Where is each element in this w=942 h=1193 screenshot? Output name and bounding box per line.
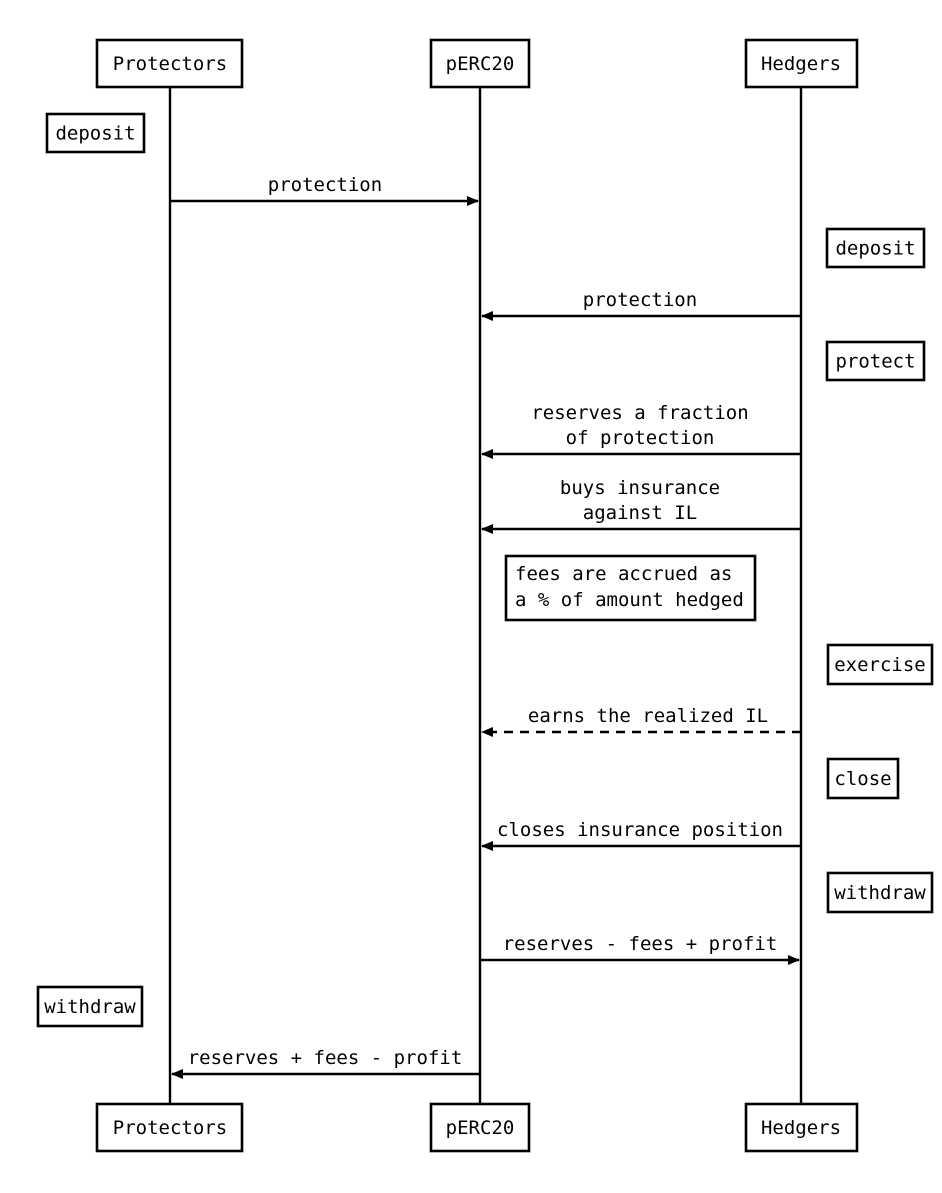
participant-label: Protectors xyxy=(113,1117,227,1139)
message-label: reserves - fees + profit xyxy=(503,933,778,955)
note-protectors-withdraw[interactable]: withdraw xyxy=(36,985,144,1028)
message-label: reserves + fees - profit xyxy=(188,1047,463,1069)
message-label: against IL xyxy=(583,502,697,524)
message-label: buys insurance xyxy=(560,477,720,499)
note-label: protect xyxy=(835,351,915,373)
note-label: exercise xyxy=(834,654,926,676)
participant-hedgers-bottom[interactable]: Hedgers xyxy=(744,1102,859,1153)
msg-reserves-plus-fees-minus-profit: reserves + fees - profit xyxy=(171,1047,480,1079)
participant-label: pERC20 xyxy=(446,1117,515,1139)
participant-label: Protectors xyxy=(113,53,227,75)
msg-protection-in: protection xyxy=(481,289,801,321)
message-label: earns the realized IL xyxy=(528,705,768,727)
participant-hedgers-top[interactable]: Hedgers xyxy=(744,38,859,89)
participant-perc20-top[interactable]: pERC20 xyxy=(429,38,531,89)
message-label: protection xyxy=(583,289,697,311)
message-label: of protection xyxy=(566,427,715,449)
messages-group: protection protection reserves a fraction o… xyxy=(170,174,801,1079)
note-boxes-group: deposit deposit protect exercise close withdr… xyxy=(36,112,934,1028)
note-label: deposit xyxy=(55,123,135,145)
message-label: protection xyxy=(268,174,382,196)
sequence-diagram-canvas: protection protection reserves a fraction o… xyxy=(0,0,942,1193)
note-hedgers-withdraw[interactable]: withdraw xyxy=(826,871,934,914)
participant-protectors-bottom[interactable]: Protectors xyxy=(95,1102,244,1153)
note-label: withdraw xyxy=(44,996,136,1018)
participant-perc20-bottom[interactable]: pERC20 xyxy=(429,1102,531,1153)
note-label: a % of amount hedged xyxy=(515,589,744,611)
note-hedgers-protect[interactable]: protect xyxy=(825,340,926,382)
note-hedgers-exercise[interactable]: exercise xyxy=(826,643,934,686)
msg-reserves-fraction: reserves a fraction of protection xyxy=(481,402,801,459)
participant-label: pERC20 xyxy=(446,53,515,75)
note-label: deposit xyxy=(835,238,915,260)
msg-closes-insurance-position: closes insurance position xyxy=(481,819,801,851)
note-hedgers-deposit[interactable]: deposit xyxy=(825,227,926,269)
participant-protectors-top[interactable]: Protectors xyxy=(95,38,244,89)
note-label: withdraw xyxy=(834,882,926,904)
note-label: close xyxy=(834,768,891,790)
msg-protection-out: protection xyxy=(170,174,479,206)
note-hedgers-close[interactable]: close xyxy=(826,757,900,800)
participant-label: Hedgers xyxy=(761,53,841,75)
msg-earns-realized-il: earns the realized IL xyxy=(481,705,801,737)
note-perc20-fees[interactable]: fees are accrued as a % of amount hedged xyxy=(504,554,757,622)
message-label: closes insurance position xyxy=(497,819,783,841)
note-label: fees are accrued as xyxy=(515,563,732,585)
sequence-diagram-svg: protection protection reserves a fraction o… xyxy=(36,38,934,1153)
message-label: reserves a fraction xyxy=(531,402,748,424)
msg-reserves-minus-fees-plus-profit: reserves - fees + profit xyxy=(480,933,800,965)
participant-label: Hedgers xyxy=(761,1117,841,1139)
note-protectors-deposit[interactable]: deposit xyxy=(45,112,146,154)
msg-buys-insurance: buys insurance against IL xyxy=(481,477,801,534)
